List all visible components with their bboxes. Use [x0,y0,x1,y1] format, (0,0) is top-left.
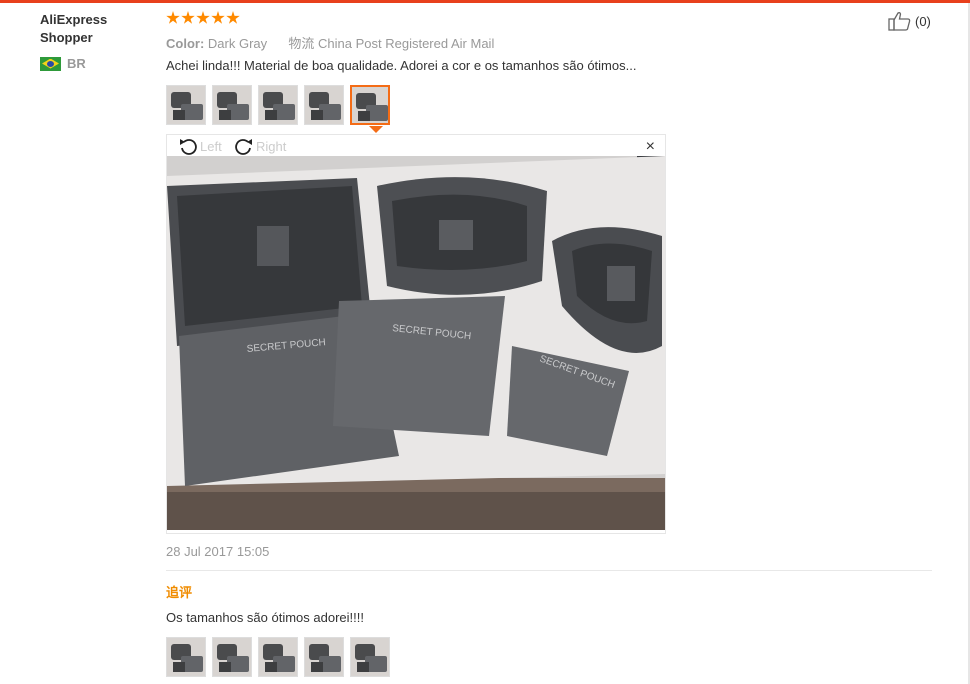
helpful-button[interactable]: (0) [888,11,931,31]
review-thumbnail[interactable] [304,85,344,125]
review-thumbnail[interactable] [212,85,252,125]
rotate-right-button[interactable]: Right [234,137,286,155]
review-thumbnail[interactable] [350,85,390,125]
followup-text: Os tamanhos são ótimos adorei!!!! [166,610,364,625]
color-value: Dark Gray [207,36,268,51]
reviewer-name: AliExpress Shopper [40,11,150,47]
star-icon [181,11,195,24]
country-code: BR [67,56,86,71]
reviewer-name-line2: Shopper [40,30,93,45]
followup-thumbnail[interactable] [304,637,344,677]
review-date: 28 Jul 2017 15:05 [166,544,270,559]
reviewer-name-line1: AliExpress [40,12,108,27]
helpful-count: (0) [915,13,931,29]
active-thumbnail-pointer [369,126,383,133]
image-viewer: Left Right × SECRET POUCH SECRET POUCH S… [166,134,666,534]
top-accent-bar [0,0,970,3]
color-label: Color: [166,36,205,51]
followup-thumbnail[interactable] [350,637,390,677]
star-icon [196,11,210,24]
star-rating [166,11,240,25]
close-icon[interactable]: × [646,138,655,156]
shipping-label: 物流 [288,36,315,51]
rotate-left-label: Left [200,138,222,154]
rotate-left-icon [180,139,197,155]
followup-label: 追评 [166,585,193,600]
followup-thumbnail[interactable] [166,637,206,677]
review-thumbnails [166,85,390,125]
reviewer-country: BR [40,56,86,71]
review-thumbnail[interactable] [258,85,298,125]
review-photo: SECRET POUCH SECRET POUCH SECRET POUCH [167,156,665,530]
followup-thumbnail[interactable] [258,637,298,677]
followup-thumbnails [166,637,390,677]
rotate-left-button[interactable]: Left [178,137,222,155]
order-info: Color: Dark Gray 物流 China Post Registere… [166,33,494,52]
followup-thumbnail[interactable] [212,637,252,677]
rotate-right-icon [235,139,252,155]
brazil-flag-icon [40,56,61,71]
review-thumbnail[interactable] [166,85,206,125]
star-icon [211,11,225,24]
star-icon [226,11,240,24]
star-icon [166,11,180,24]
thumbs-up-icon [888,12,911,31]
rotate-right-label: Right [256,138,287,154]
review-text: Achei linda!!! Material de boa qualidade… [166,58,637,73]
shipping-value: China Post Registered Air Mail [318,36,495,51]
viewer-toolbar: Left Right × [167,135,665,156]
followup-divider [166,570,932,571]
